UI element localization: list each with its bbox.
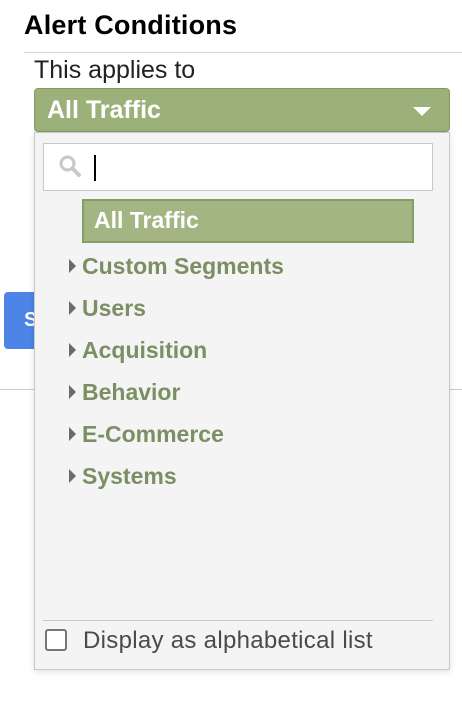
alphabetical-checkbox[interactable] xyxy=(45,629,67,651)
applies-to-label: This applies to xyxy=(34,56,196,84)
category-label: Custom Segments xyxy=(82,253,284,279)
applies-to-dropdown: All Traffic Custom Segments Users Acquis… xyxy=(34,132,450,670)
caret-right-icon[interactable] xyxy=(69,385,76,399)
category-custom-segments[interactable]: Custom Segments xyxy=(35,247,449,289)
select-current-value: All Traffic xyxy=(47,96,161,124)
search-box[interactable] xyxy=(43,143,433,191)
alert-conditions-panel: Alert Conditions This applies to S All T… xyxy=(0,0,462,708)
caret-right-icon[interactable] xyxy=(69,259,76,273)
divider xyxy=(24,52,462,53)
category-label: E-Commerce xyxy=(82,421,224,447)
caret-right-icon[interactable] xyxy=(69,427,76,441)
applies-to-select[interactable]: All Traffic xyxy=(34,88,450,132)
divider xyxy=(43,620,433,621)
chevron-down-icon xyxy=(413,107,431,116)
category-label: Users xyxy=(82,295,146,321)
category-systems[interactable]: Systems xyxy=(35,457,449,499)
category-users[interactable]: Users xyxy=(35,289,449,331)
caret-right-icon[interactable] xyxy=(69,343,76,357)
category-label: Behavior xyxy=(82,379,181,405)
category-e-commerce[interactable]: E-Commerce xyxy=(35,415,449,457)
category-behavior[interactable]: Behavior xyxy=(35,373,449,415)
category-list: Custom Segments Users Acquisition Behavi… xyxy=(35,247,449,499)
option-all-traffic[interactable]: All Traffic xyxy=(82,199,414,243)
alphabetical-label: Display as alphabetical list xyxy=(83,627,373,654)
caret-right-icon[interactable] xyxy=(69,301,76,315)
search-icon xyxy=(59,155,81,177)
category-acquisition[interactable]: Acquisition xyxy=(35,331,449,373)
text-cursor xyxy=(94,155,96,181)
category-label: Systems xyxy=(82,463,177,489)
option-label: All Traffic xyxy=(94,207,199,233)
caret-right-icon[interactable] xyxy=(69,469,76,483)
category-label: Acquisition xyxy=(82,337,208,363)
search-input[interactable] xyxy=(92,150,422,184)
section-title: Alert Conditions xyxy=(24,10,238,40)
